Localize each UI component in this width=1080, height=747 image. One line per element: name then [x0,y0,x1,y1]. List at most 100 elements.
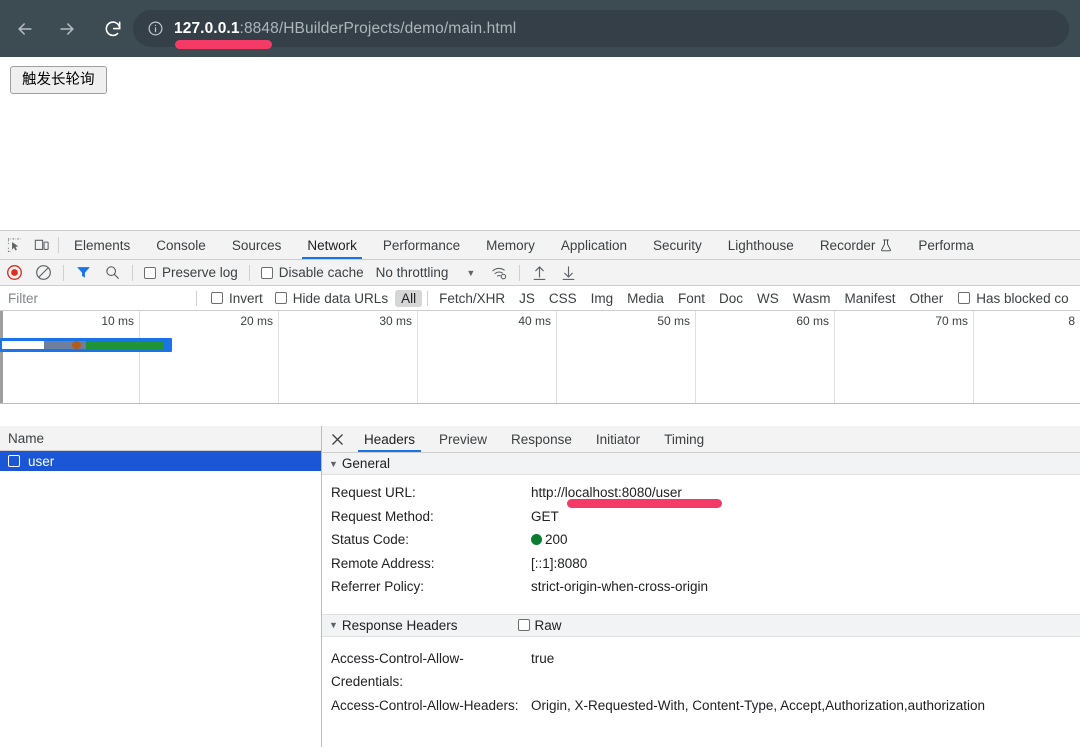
clear-icon[interactable] [29,264,58,281]
detail-tab-timing[interactable]: Timing [652,426,716,452]
hide-data-urls-checkbox[interactable]: Hide data URLs [269,291,394,306]
devtools-tab-security[interactable]: Security [640,231,715,259]
type-filter-all[interactable]: All [395,289,423,307]
column-header-name: Name [8,430,45,446]
timeline-gridline [417,311,418,403]
filter-funnel-icon[interactable] [69,265,98,280]
checkbox-box [211,292,223,304]
address-bar[interactable]: 127.0.0.1:8848/HBuilderProjects/demo/mai… [133,10,1069,47]
timeline-gridline [556,311,557,403]
checkbox-box [517,619,530,631]
devtools-tab-performance[interactable]: Performance [370,231,473,259]
annotation-underline-request-url [567,499,722,508]
url-host: 127.0.0.1 [174,19,240,37]
status-code-value: 200 [545,532,568,547]
network-overview-timeline[interactable]: 10 ms 20 ms 30 ms 40 ms 50 ms 60 ms 70 m… [0,311,1080,404]
type-filter-font[interactable]: Font [672,290,711,307]
request-row-checkbox[interactable] [8,455,20,467]
devtools-tab-network[interactable]: Network [294,231,370,259]
detail-tab-headers[interactable]: Headers [352,426,427,452]
detail-row-status-code: Status Code: 200 [322,528,1080,552]
type-filter-fetch-xhr[interactable]: Fetch/XHR [433,290,511,307]
row-value: true [531,650,555,666]
back-icon[interactable] [8,12,42,46]
import-har-icon[interactable] [525,265,554,281]
overview-left-handle[interactable] [0,311,3,403]
preserve-log-label: Preserve log [162,265,238,280]
close-icon[interactable] [322,426,352,452]
tab-label: Performa [918,237,974,253]
timeline-tick-label: 20 ms [240,314,273,328]
tab-label: Performance [382,237,461,253]
detail-tab-preview[interactable]: Preview [427,426,499,452]
general-section-header[interactable]: ▼ General [322,453,1080,475]
devtools-tab-application[interactable]: Application [548,231,640,259]
devtools-tab-memory[interactable]: Memory [473,231,548,259]
type-filter-wasm[interactable]: Wasm [787,290,837,307]
type-separator [427,290,429,306]
type-filter-manifest[interactable]: Manifest [838,290,901,307]
forward-icon[interactable] [50,12,84,46]
devtools-tab-recorder[interactable]: Recorder [807,231,906,259]
request-row-user[interactable]: user [0,451,321,471]
chevron-down-icon: ▼ [329,458,338,469]
throttling-dropdown[interactable]: No throttling ▼ [370,265,480,280]
timeline-gridline [695,311,696,403]
devtools-tab-sources[interactable]: Sources [219,231,295,259]
invert-checkbox[interactable]: Invert [197,291,269,306]
checkbox-box [144,266,156,279]
timeline-tick-label: 60 ms [796,314,829,328]
export-har-icon[interactable] [554,265,583,281]
detail-row-referrer-policy: Referrer Policy: strict-origin-when-cros… [322,575,1080,599]
controls-separator-4 [519,264,521,281]
inspect-element-icon[interactable] [0,231,28,259]
disable-cache-label: Disable cache [278,265,364,280]
toolbar-separator [58,237,59,253]
overview-request-bar [0,338,172,352]
filter-input[interactable] [0,286,196,310]
row-key: Request Method: [331,508,434,524]
has-blocked-cookies-checkbox[interactable]: Has blocked co [950,291,1074,306]
tab-label: Elements [74,237,131,253]
tab-label: Console [156,237,206,253]
row-key: Status Code: [331,532,410,547]
type-filter-ws[interactable]: WS [751,290,785,307]
tab-label: Sources [231,237,282,253]
tab-label: Headers [364,431,416,447]
request-row-name: user [28,453,55,469]
detail-tab-response[interactable]: Response [499,426,584,452]
response-headers-title: Response Headers [341,617,458,633]
search-icon[interactable] [98,265,127,280]
timeline-tick-label: 8 [1068,314,1075,328]
request-list-header[interactable]: Name [0,426,321,451]
filter-bar: Invert Hide data URLs All Fetch/XHR JS C… [0,286,1080,311]
type-filter-css[interactable]: CSS [543,290,583,307]
network-conditions-icon[interactable] [485,265,514,281]
site-info-icon[interactable] [147,20,164,37]
reload-icon[interactable] [96,12,130,46]
type-filter-doc[interactable]: Doc [713,290,749,307]
type-filter-other[interactable]: Other [904,290,950,307]
detail-tab-initiator[interactable]: Initiator [584,426,652,452]
type-filter-media[interactable]: Media [621,290,670,307]
preserve-log-checkbox[interactable]: Preserve log [138,265,244,280]
response-headers-section-header[interactable]: ▼ Response Headers Raw [322,613,1080,637]
raw-toggle[interactable]: Raw [517,618,562,633]
row-key: Access-Control-Allow-Headers: [331,697,519,713]
type-filter-img[interactable]: Img [585,290,620,307]
timeline-gridline [278,311,279,403]
hide-data-urls-label: Hide data URLs [292,290,389,306]
disable-cache-checkbox[interactable]: Disable cache [255,265,370,280]
trigger-long-poll-button[interactable]: 触发长轮询 [10,66,107,94]
devtools-tab-console[interactable]: Console [143,231,219,259]
device-toolbar-icon[interactable] [28,231,56,259]
devtools-tab-performance-insights[interactable]: Performa [905,231,987,259]
tab-label: Memory [486,237,535,253]
devtools-tab-lighthouse[interactable]: Lighthouse [715,231,807,259]
record-icon[interactable] [0,264,29,281]
type-filter-js[interactable]: JS [513,290,541,307]
response-headers-kv-list: Access-Control-Allow-Credentials: true A… [322,637,1080,718]
status-ok-icon [531,534,542,546]
devtools-tab-elements[interactable]: Elements [61,231,143,259]
detail-row-remote-address: Remote Address: [::1]:8080 [322,552,1080,576]
